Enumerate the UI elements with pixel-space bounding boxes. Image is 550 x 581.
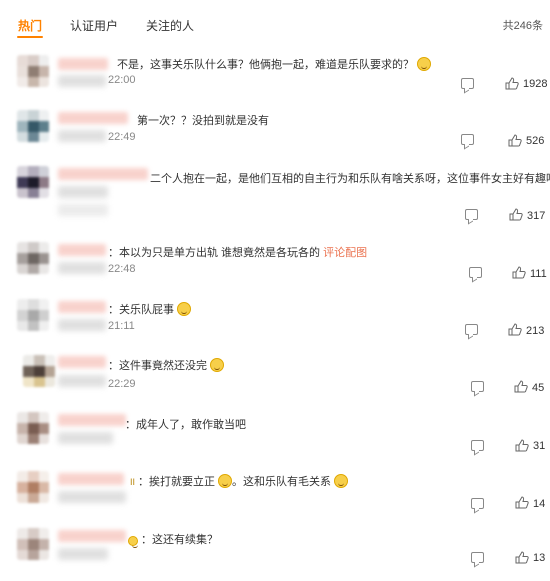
comment-text: ：成年人了，敢作敢当吧 — [125, 419, 246, 431]
like-count: 14 — [533, 498, 546, 510]
reply-icon[interactable] — [469, 267, 482, 278]
like-icon[interactable] — [505, 77, 519, 90]
comment-text: ：关乐队屁事 — [108, 301, 191, 317]
comment-time: 22:00 — [108, 74, 136, 86]
reply-icon[interactable] — [461, 78, 474, 89]
like-count: 1928 — [523, 78, 548, 90]
like-icon[interactable] — [508, 323, 522, 336]
reply-icon[interactable] — [471, 440, 484, 451]
date-blurred — [58, 491, 126, 503]
reply-icon[interactable] — [471, 498, 484, 509]
avatar[interactable] — [17, 242, 49, 274]
date-blurred — [58, 432, 113, 444]
tab-hot[interactable]: 热门 — [18, 17, 42, 34]
like-count: 111 — [530, 268, 547, 280]
avatar[interactable] — [17, 299, 49, 331]
doge-emoji-icon — [417, 57, 431, 71]
comment-text: 不是，这事关乐队什么事？他俩抱一起，难道是乐队要求的？ — [117, 56, 431, 72]
reply-icon[interactable] — [465, 324, 478, 335]
comment-text: ：这还有续集？ — [128, 531, 218, 548]
comment-text: II ：挨打就要立正 。这和乐队有毛关系 — [130, 473, 349, 489]
comment-text: ：本以为只是单方出轨 谁想竟然是各玩各的 评论配图 — [108, 247, 368, 259]
avatar[interactable] — [17, 412, 49, 444]
comment-image-link[interactable]: 评论配图 — [323, 247, 367, 259]
date-blurred — [58, 186, 108, 198]
username-blurred[interactable] — [58, 168, 148, 180]
like-count: 45 — [532, 382, 545, 394]
tab-active-indicator — [17, 36, 43, 38]
date-blurred — [58, 319, 106, 331]
like-icon[interactable] — [515, 439, 529, 452]
avatar[interactable] — [17, 110, 49, 142]
laughing-emoji-icon — [210, 358, 224, 372]
comment-time: 21:11 — [108, 320, 135, 332]
laughing-emoji-icon — [218, 474, 233, 488]
like-count: 526 — [526, 135, 545, 147]
like-icon[interactable] — [512, 266, 526, 279]
username-blurred[interactable] — [58, 112, 128, 124]
username-blurred[interactable] — [58, 473, 124, 485]
date-blurred — [58, 75, 106, 87]
date-blurred — [58, 262, 106, 274]
username-blurred[interactable] — [58, 356, 106, 368]
like-icon[interactable] — [515, 551, 529, 564]
date-blurred — [58, 548, 108, 560]
username-blurred[interactable] — [58, 414, 126, 426]
like-count: 213 — [526, 325, 545, 337]
comment-time: 22:29 — [108, 378, 136, 390]
reply-icon[interactable] — [465, 209, 478, 220]
like-icon[interactable] — [508, 134, 522, 147]
date-blurred — [58, 375, 106, 387]
avatar[interactable] — [23, 355, 55, 387]
username-blurred[interactable] — [58, 301, 106, 313]
comment-time: 22:48 — [108, 263, 136, 275]
vip-badge-icon: II — [130, 477, 136, 487]
like-count: 13 — [533, 552, 546, 564]
like-count: 31 — [533, 440, 546, 452]
like-count: 317 — [527, 210, 546, 222]
username-blurred[interactable] — [58, 530, 126, 542]
doge-emoji-icon — [177, 302, 191, 316]
username-blurred[interactable] — [58, 244, 106, 256]
like-icon[interactable] — [515, 496, 529, 509]
date-blurred — [58, 130, 106, 142]
comment-text: 二个人抱在一起，是他们互相的自主行为和乐队有啥关系呀，这位事件女主好有趣哈 — [150, 173, 550, 185]
reply-icon[interactable] — [471, 552, 484, 563]
like-icon[interactable] — [514, 380, 528, 393]
avatar[interactable] — [17, 166, 49, 198]
avatar[interactable] — [17, 55, 49, 87]
date-blurred — [58, 204, 108, 216]
reply-icon[interactable] — [461, 134, 474, 145]
crown-badge-icon — [128, 536, 138, 548]
total-comment-count: 共246条 — [502, 20, 543, 32]
smile-emoji-icon — [334, 474, 349, 488]
comment-text: ：这件事竟然还没完 — [108, 357, 224, 373]
comment-text: 第一次？？没拍到就是没有 — [137, 115, 269, 127]
avatar[interactable] — [17, 471, 49, 503]
like-icon[interactable] — [509, 208, 523, 221]
comment-time: 22:49 — [108, 131, 136, 143]
tab-following[interactable]: 关注的人 — [146, 17, 194, 34]
tab-verified-users[interactable]: 认证用户 — [70, 17, 118, 34]
reply-icon[interactable] — [471, 381, 484, 392]
avatar[interactable] — [17, 528, 49, 560]
comment-tabs: 热门 认证用户 关注的人 共246条 — [0, 0, 550, 44]
username-blurred[interactable] — [58, 58, 108, 70]
